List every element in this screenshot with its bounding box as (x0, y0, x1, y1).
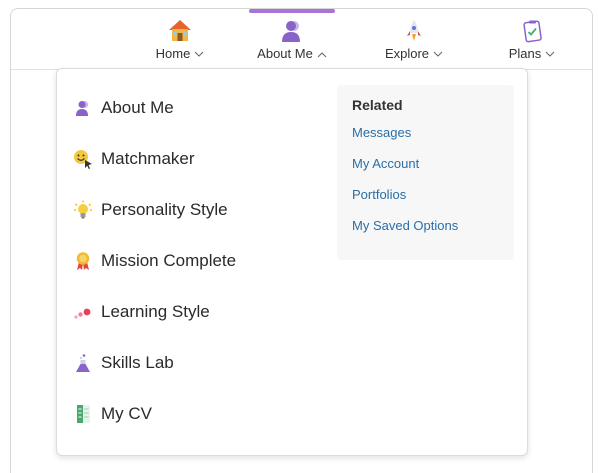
menu-item-label: Skills Lab (101, 353, 174, 372)
house-icon (169, 20, 191, 41)
lightbulb-icon (73, 200, 93, 220)
flask-icon (73, 353, 93, 373)
checklist-icon (523, 20, 542, 43)
document-icon (73, 404, 93, 424)
menu-item-label: Learning Style (101, 302, 210, 321)
menu-item-my-cv[interactable]: My CV (73, 400, 152, 428)
menu-item-label: Matchmaker (101, 149, 195, 168)
nav-about-me[interactable]: About Me (249, 9, 335, 68)
menu-item-mission-complete[interactable]: Mission Complete (73, 247, 236, 275)
chevron-down-icon (545, 51, 555, 57)
menu-item-learning-style[interactable]: Learning Style (73, 298, 210, 326)
nav-plans-label: Plans (508, 46, 542, 61)
smiley-cursor-icon (73, 149, 93, 169)
dots-icon (73, 302, 93, 322)
nav-home[interactable]: Home (148, 10, 212, 68)
menu-item-skills-lab[interactable]: Skills Lab (73, 349, 174, 377)
menu-item-label: About Me (101, 98, 174, 117)
menu-item-about-me[interactable]: About Me (73, 94, 174, 122)
related-link-portfolios[interactable]: Portfolios (352, 187, 499, 202)
menu-item-label: Personality Style (101, 200, 228, 219)
nav-explore-label: Explore (384, 46, 430, 61)
chevron-down-icon (194, 51, 204, 57)
person-icon (73, 98, 93, 118)
about-me-dropdown: About Me Matchmaker Personality Style Mi… (56, 68, 528, 456)
menu-item-personality-style[interactable]: Personality Style (73, 196, 228, 224)
nav-explore[interactable]: Explore (378, 10, 450, 68)
menu-item-label: My CV (101, 404, 152, 423)
related-panel: Related Messages My Account Portfolios M… (337, 85, 514, 260)
menu-item-matchmaker[interactable]: Matchmaker (73, 145, 195, 173)
menu-item-label: Mission Complete (101, 251, 237, 270)
nav-about-me-label: About Me (257, 46, 313, 61)
chevron-down-icon (433, 51, 443, 57)
related-title: Related (352, 97, 403, 113)
nav-plans[interactable]: Plans (500, 10, 564, 68)
chevron-up-icon (317, 52, 327, 58)
rocket-icon (407, 20, 421, 41)
nav-home-label: Home (155, 46, 191, 61)
person-icon (282, 21, 300, 42)
related-link-messages[interactable]: Messages (352, 125, 499, 140)
award-ribbon-icon (73, 251, 93, 271)
related-link-my-saved-options[interactable]: My Saved Options (352, 218, 499, 233)
related-link-my-account[interactable]: My Account (352, 156, 499, 171)
